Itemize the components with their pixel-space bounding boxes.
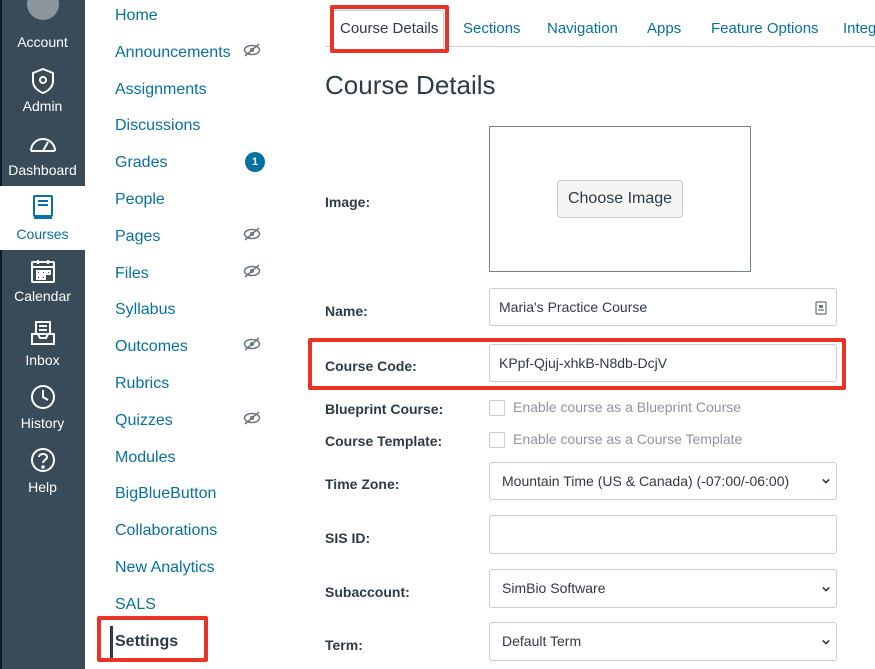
global-nav-label: History <box>20 415 65 431</box>
sis-id-label: SIS ID: <box>325 530 371 546</box>
course-nav-people[interactable]: People <box>115 191 165 209</box>
global-nav-label: Help <box>28 479 57 495</box>
course-nav-syllabus[interactable]: Syllabus <box>115 301 175 319</box>
global-nav-label: Inbox <box>25 352 60 368</box>
course-nav-pages[interactable]: Pages <box>115 228 160 246</box>
highlight-course-code <box>308 338 846 390</box>
timezone-select[interactable]: Mountain Time (US & Canada) (-07:00/-06:… <box>489 462 837 500</box>
course-nav-discussions[interactable]: Discussions <box>115 117 200 135</box>
course-nav-grades[interactable]: Grades <box>115 154 167 172</box>
global-nav-courses[interactable]: Courses <box>0 186 85 250</box>
subaccount-value: SimBio Software <box>502 580 606 596</box>
global-nav-label: Dashboard <box>8 162 77 178</box>
hidden-eye-icon <box>243 227 261 241</box>
template-checkbox-label: Enable course as a Course Template <box>513 431 743 447</box>
course-nav-rubrics[interactable]: Rubrics <box>115 375 169 393</box>
course-nav-assignments[interactable]: Assignments <box>115 81 207 99</box>
tab-sections[interactable]: Sections <box>463 20 521 37</box>
history-icon <box>0 383 85 415</box>
chevron-down-icon <box>822 478 830 484</box>
chevron-down-icon <box>822 586 830 592</box>
grades-badge: 1 <box>245 152 265 172</box>
name-value: Maria's Practice Course <box>499 299 648 315</box>
global-nav-label: Account <box>17 34 68 50</box>
template-checkbox[interactable] <box>489 432 505 448</box>
subaccount-label: Subaccount: <box>325 584 410 600</box>
tab-feature-options[interactable]: Feature Options <box>711 20 819 37</box>
inbox-icon <box>0 320 85 352</box>
global-nav-inbox[interactable]: Inbox <box>0 318 85 382</box>
hidden-eye-icon <box>243 411 261 425</box>
blueprint-checkbox[interactable] <box>489 400 505 416</box>
global-nav-help[interactable]: Help <box>0 444 85 508</box>
subaccount-select[interactable]: SimBio Software <box>489 569 837 608</box>
global-nav-label: Courses <box>16 226 69 242</box>
global-nav-label: Calendar <box>14 288 71 304</box>
tab-apps[interactable]: Apps <box>647 20 681 37</box>
course-nav-quizzes[interactable]: Quizzes <box>115 412 173 430</box>
account-icon <box>0 0 85 22</box>
global-nav: Account Admin Dashboard Courses Calendar… <box>0 0 85 669</box>
course-nav-home[interactable]: Home <box>115 7 158 25</box>
course-nav-collaborations[interactable]: Collaborations <box>115 522 217 540</box>
page-title: Course Details <box>325 70 496 100</box>
tab-navigation[interactable]: Navigation <box>547 20 618 37</box>
course-nav-sals[interactable]: SALS <box>115 596 156 614</box>
sis-id-field[interactable] <box>489 515 837 554</box>
global-nav-calendar[interactable]: Calendar <box>0 254 85 318</box>
courses-icon <box>0 194 85 226</box>
clipboard-icon <box>815 301 827 315</box>
course-nav-outcomes[interactable]: Outcomes <box>115 338 188 356</box>
course-nav-modules[interactable]: Modules <box>115 449 175 467</box>
highlight-settings <box>97 616 208 662</box>
global-nav-dashboard[interactable]: Dashboard <box>0 127 85 191</box>
term-value: Default Term <box>502 633 582 649</box>
term-select[interactable]: Default Term <box>489 622 837 661</box>
global-nav-account[interactable]: Account <box>0 0 85 54</box>
tab-integrations[interactable]: Integ <box>843 20 875 37</box>
global-nav-history[interactable]: History <box>0 381 85 445</box>
admin-icon <box>0 66 85 98</box>
chevron-down-icon <box>822 639 830 645</box>
global-nav-label: Admin <box>22 98 63 114</box>
name-field[interactable]: Maria's Practice Course <box>489 288 837 326</box>
name-label: Name: <box>325 303 368 319</box>
course-nav-announcements[interactable]: Announcements <box>115 44 231 62</box>
timezone-value: Mountain Time (US & Canada) (-07:00/-06:… <box>502 473 790 489</box>
image-label: Image: <box>325 194 371 210</box>
hidden-eye-icon <box>243 264 261 278</box>
course-nav-files[interactable]: Files <box>115 265 149 283</box>
global-nav-admin[interactable]: Admin <box>0 64 85 128</box>
choose-image-button[interactable]: Choose Image <box>557 180 683 218</box>
highlight-course-details-tab <box>330 5 449 53</box>
template-label: Course Template: <box>325 433 443 449</box>
dashboard-icon <box>0 131 85 163</box>
course-nav-bigbluebutton[interactable]: BigBlueButton <box>115 485 216 503</box>
hidden-eye-icon <box>243 43 261 57</box>
hidden-eye-icon <box>243 337 261 351</box>
blueprint-label: Blueprint Course: <box>325 401 444 417</box>
calendar-icon <box>0 258 85 290</box>
timezone-label: Time Zone: <box>325 476 400 492</box>
course-nav-new-analytics[interactable]: New Analytics <box>115 559 215 577</box>
blueprint-checkbox-label: Enable course as a Blueprint Course <box>513 399 742 415</box>
term-label: Term: <box>325 637 363 653</box>
help-icon <box>0 446 85 478</box>
